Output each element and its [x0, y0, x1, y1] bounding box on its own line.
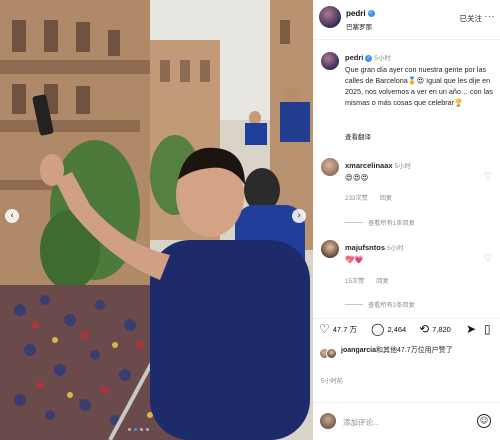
translate-link[interactable]: 查看翻译	[345, 131, 371, 141]
reply-button[interactable]: 回复	[380, 193, 392, 202]
comment-header: majufsntos 5小时	[345, 242, 404, 252]
comment-likes[interactable]: 15次赞	[345, 276, 364, 285]
reposts-count: 7,820	[432, 324, 451, 334]
author-username-text[interactable]: pedri	[346, 9, 366, 18]
view-replies-button[interactable]: 查看所有1条回复	[345, 218, 415, 227]
comment-body: 💖💗	[345, 255, 364, 264]
comments-count: 2,464	[387, 324, 407, 334]
comment-likes[interactable]: 233次赞	[345, 193, 368, 202]
comment-avatar[interactable]	[321, 158, 339, 176]
chevron-left-icon: ‹	[10, 211, 14, 221]
caption-text: Que gran día ayer con nuestra gente por …	[345, 65, 493, 107]
current-user-avatar	[320, 413, 336, 429]
next-image-button[interactable]: ›	[292, 209, 306, 223]
photo-illustration	[0, 0, 313, 440]
divider-line	[345, 304, 363, 305]
verified-badge-icon: ✓	[367, 10, 375, 18]
view-replies-label[interactable]: 查看所有1条回复	[368, 218, 415, 227]
reply-button[interactable]: 回复	[376, 276, 388, 285]
send-icon: ➤	[466, 322, 477, 336]
chevron-right-icon: ›	[297, 211, 301, 221]
save-button[interactable]: ▯	[484, 322, 491, 336]
liked-by-summary[interactable]: joangarcia和其他47.7万位用户赞了	[341, 346, 495, 356]
avatar[interactable]	[319, 6, 341, 28]
following-button[interactable]: 已关注	[460, 13, 483, 24]
comment-header: xmarcelinaax 5小时	[345, 160, 411, 170]
caption-avatar[interactable]	[321, 52, 339, 70]
carousel-dot	[146, 428, 149, 431]
comment-meta: 15次赞 回复	[345, 276, 389, 285]
post-location[interactable]: 巴塞罗那	[346, 21, 372, 31]
carousel-dot	[140, 428, 143, 431]
comment-time: 5小时	[387, 245, 404, 252]
repost-icon: ⟲	[419, 322, 430, 336]
view-replies-button[interactable]: 查看所有2条回复	[345, 300, 415, 309]
bookmark-icon: ▯	[484, 322, 491, 336]
caption-username[interactable]: pedri	[345, 53, 363, 62]
comment-time: 5小时	[394, 163, 412, 170]
comment-input[interactable]: 添加评论...	[343, 417, 379, 428]
emoji-icon[interactable]: ☺	[477, 414, 491, 428]
comment-username[interactable]: majufsntos	[345, 243, 385, 252]
add-comment-bar: 添加评论... ☺	[313, 402, 500, 440]
comment-avatar[interactable]	[321, 240, 339, 258]
author-username[interactable]: pedri ✓	[346, 9, 375, 18]
comment-button[interactable]: ◯ 2,464	[371, 322, 406, 336]
like-button[interactable]: ♡ 47.7 万	[319, 322, 357, 336]
comment-username[interactable]: xmarcelinaax	[345, 161, 393, 170]
like-comment-icon[interactable]: ♡	[484, 172, 492, 182]
caption: pedri ✓ 5小时 Que gran día ayer con nuestra…	[345, 52, 495, 108]
liked-by-username[interactable]: joangarcia	[341, 347, 376, 354]
post-header: pedri ✓ 巴塞罗那 已关注 ···	[313, 0, 500, 40]
previous-image-button[interactable]: ‹	[5, 209, 19, 223]
post-photo[interactable]: ‹ ›	[0, 0, 313, 440]
action-bar: ♡ 47.7 万 ◯ 2,464 ⟲ 7,820 ➤ ▯	[313, 318, 500, 340]
view-replies-label[interactable]: 查看所有2条回复	[368, 300, 415, 309]
post-detail-panel: pedri ✓ 巴塞罗那 已关注 ··· pedri ✓ 5小时 Que gran …	[313, 0, 500, 440]
repost-button[interactable]: ⟲ 7,820	[419, 322, 451, 336]
carousel-dot-active	[134, 428, 137, 431]
liked-by-text: 和其他47.7万位用户赞了	[376, 347, 453, 354]
liker-avatar	[326, 348, 337, 359]
share-button[interactable]: ➤	[466, 322, 476, 336]
heart-icon: ♡	[319, 322, 330, 336]
caption-time: 5小时	[374, 55, 391, 62]
verified-badge-icon: ✓	[365, 54, 373, 62]
divider-line	[345, 222, 363, 223]
likes-count: 47.7 万	[332, 324, 357, 334]
carousel-dot	[128, 428, 131, 431]
carousel-indicator	[128, 428, 149, 431]
more-options-icon[interactable]: ···	[485, 11, 496, 21]
like-comment-icon[interactable]: ♡	[484, 254, 492, 264]
post-timestamp: 5小时前	[321, 378, 344, 385]
comment-body: 😍😍😍	[345, 173, 369, 182]
comment-meta: 233次赞 回复	[345, 193, 392, 202]
comment-icon: ◯	[371, 322, 385, 336]
